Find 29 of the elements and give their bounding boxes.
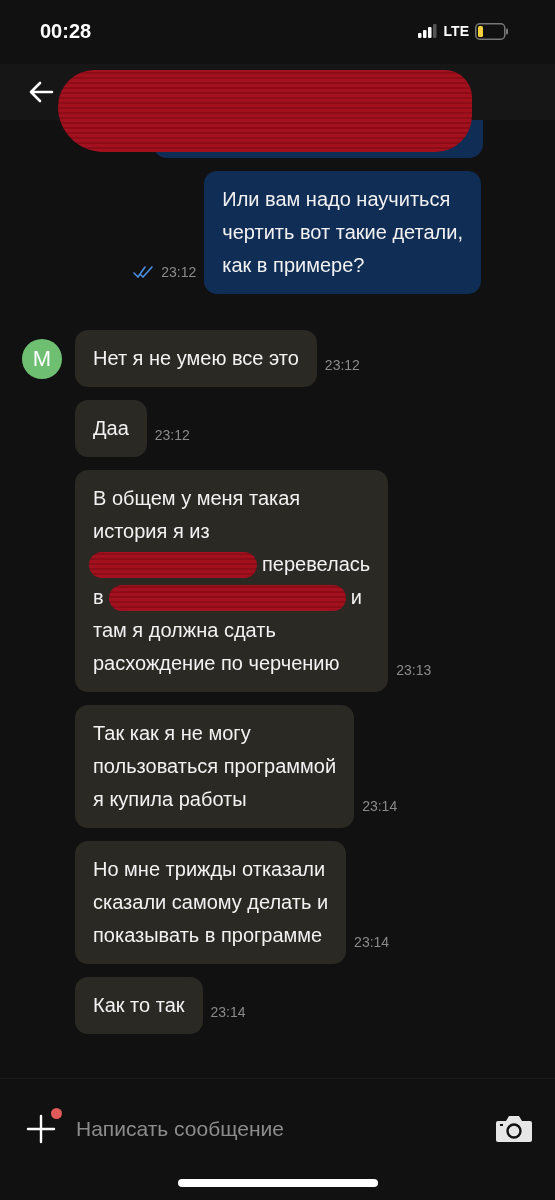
message-input[interactable]: Написать сообщение xyxy=(76,1113,475,1145)
message-text: перевелась xyxy=(262,552,371,577)
message-text: в xyxy=(93,585,104,610)
message-text: В общем у меня такая xyxy=(93,486,301,511)
camera-icon[interactable] xyxy=(495,1114,533,1144)
message-text: Даа xyxy=(93,416,129,441)
message-time: 23:14 xyxy=(354,934,390,950)
message-time: 23:13 xyxy=(396,662,432,678)
message-time: 23:14 xyxy=(210,1004,246,1020)
plus-icon[interactable] xyxy=(26,1114,56,1144)
message-time: 23:12 xyxy=(161,264,197,280)
battery-icon xyxy=(475,22,509,40)
message-text: Так как я не могу пользоваться программой я купила работы xyxy=(93,721,337,812)
message-text: Как то так xyxy=(93,993,185,1018)
message-time: 23:14 xyxy=(362,798,398,814)
message-time: 23:12 xyxy=(154,427,190,443)
message-text: Но мне трижды отказали сказали самому делать и показывать в программе xyxy=(93,857,329,948)
network-type: LTE xyxy=(443,23,469,39)
message-text: Или вам надо научиться чертить вот такие детали, как в примере? xyxy=(222,187,463,278)
signal-icon xyxy=(417,24,438,38)
back-arrow-icon[interactable] xyxy=(28,81,54,103)
status-time: 00:28 xyxy=(40,19,92,43)
message-text: Нет я не умею все это xyxy=(93,346,299,371)
message-text: там я должна сдать xyxy=(93,618,276,643)
message-time: 23:12 xyxy=(324,357,360,373)
message-text: и xyxy=(350,585,362,610)
avatar: M xyxy=(22,338,62,379)
message-text: история я из xyxy=(93,519,210,544)
message-text: расхождение по черчению xyxy=(93,651,340,676)
